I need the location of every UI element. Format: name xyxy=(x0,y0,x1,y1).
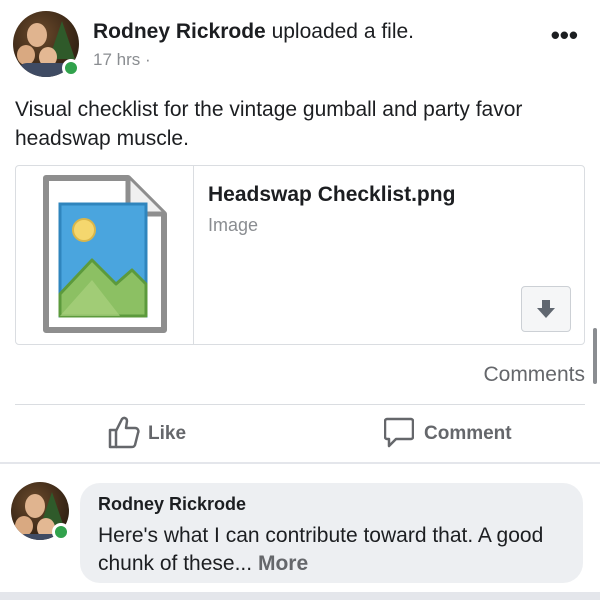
comment-text: Here's what I can contribute toward that… xyxy=(98,522,568,578)
post-timestamp[interactable]: 17 hrs · xyxy=(93,50,151,70)
see-more-link[interactable]: More xyxy=(258,552,308,575)
file-type-label: Image xyxy=(208,215,259,235)
avatar-person xyxy=(27,23,47,47)
divider xyxy=(15,404,585,405)
comment-label: Comment xyxy=(424,423,512,444)
avatar-person xyxy=(17,45,35,65)
download-button[interactable] xyxy=(521,286,571,332)
more-options-button[interactable]: ••• xyxy=(551,22,578,48)
comment-bubble[interactable]: Rodney Rickrode Here's what I can contri… xyxy=(80,483,583,583)
avatar-person xyxy=(15,516,33,536)
thumbs-up-icon xyxy=(108,416,140,449)
scrollbar[interactable] xyxy=(593,328,597,384)
download-arrow-icon xyxy=(537,300,555,318)
post-action-text: uploaded a file. xyxy=(271,20,415,43)
comment-button[interactable]: Comment xyxy=(384,415,524,451)
comments-count-link[interactable]: Comments xyxy=(483,363,585,387)
comment-body: Here's what I can contribute toward that… xyxy=(98,524,544,575)
like-label: Like xyxy=(148,423,187,444)
feed-bottom-separator xyxy=(0,592,600,600)
avatar-person xyxy=(25,494,45,518)
comment-author-name[interactable]: Rodney Rickrode xyxy=(98,494,246,515)
file-thumbnail xyxy=(16,166,194,344)
post-body-text: Visual checklist for the vintage gumball… xyxy=(15,98,523,150)
author-name-link[interactable]: Rodney Rickrode xyxy=(93,20,266,43)
section-separator xyxy=(0,462,600,464)
commenter-online-indicator xyxy=(52,523,70,541)
post-header: Rodney Rickrode uploaded a file. xyxy=(93,20,414,44)
speech-bubble-icon xyxy=(384,417,414,448)
image-file-icon xyxy=(43,175,167,333)
file-name[interactable]: Headswap Checklist.png xyxy=(208,183,455,207)
online-status-indicator xyxy=(62,59,80,77)
file-attachment-card[interactable]: Headswap Checklist.png Image xyxy=(15,165,585,345)
like-button[interactable]: Like xyxy=(108,415,198,451)
feed-post: Rodney Rickrode uploaded a file. 17 hrs … xyxy=(0,0,600,600)
